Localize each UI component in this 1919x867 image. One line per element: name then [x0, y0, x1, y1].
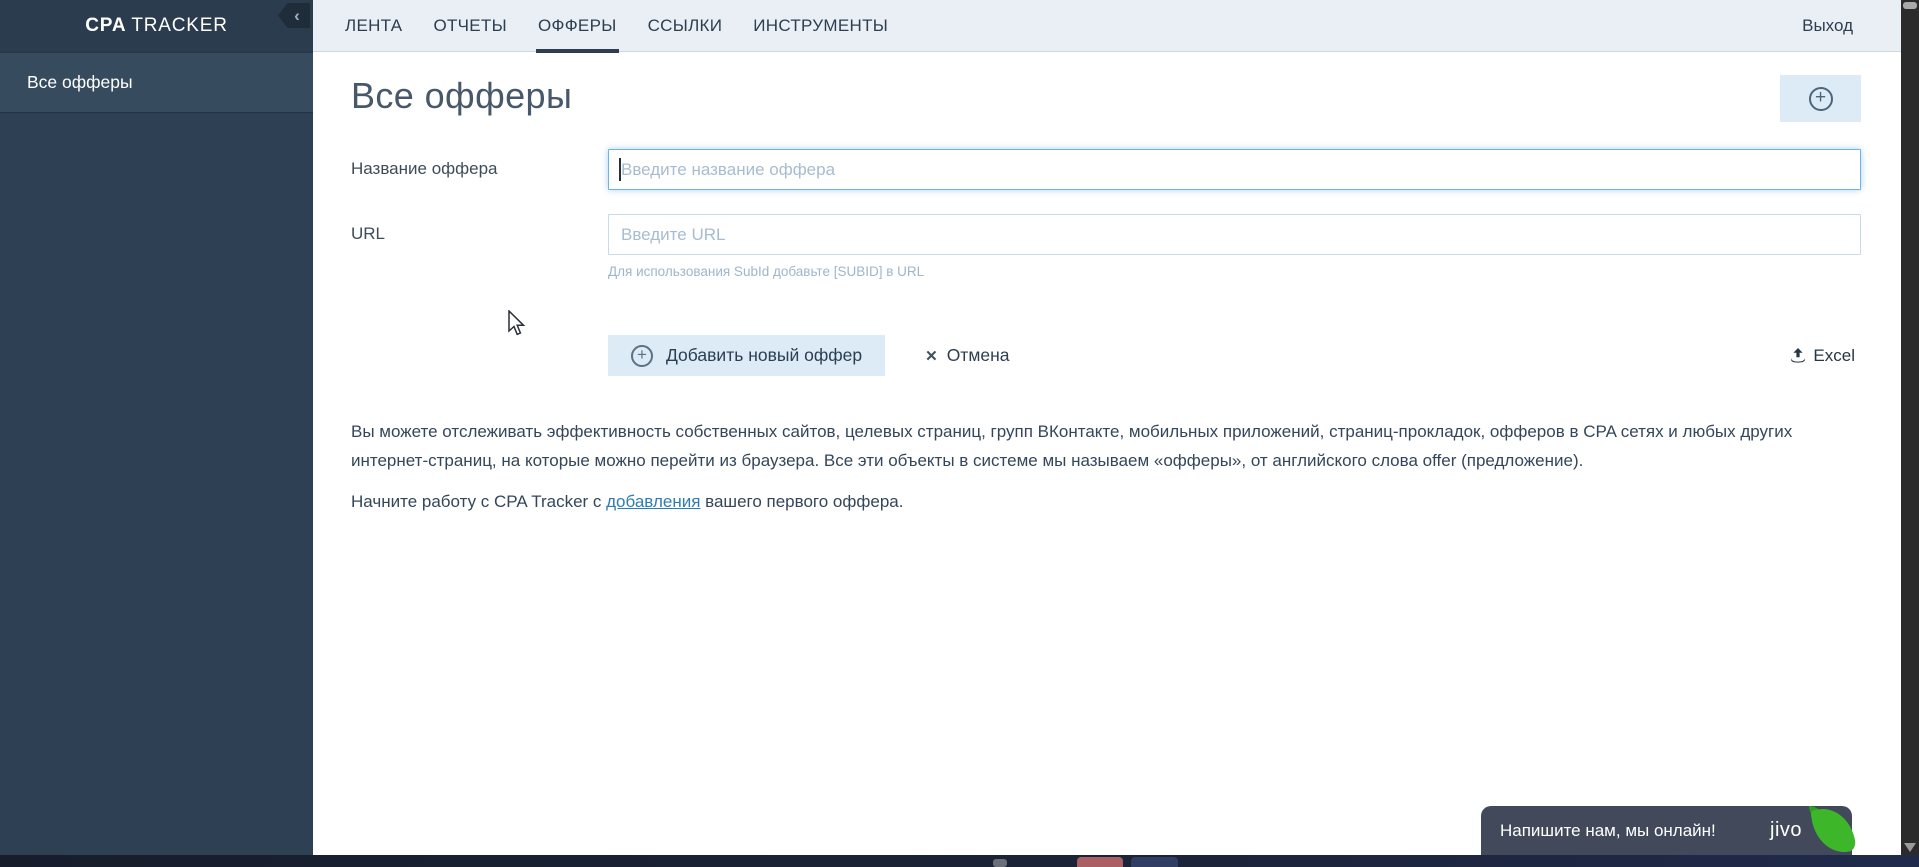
- app-logo-bold: CPA: [85, 15, 127, 36]
- excel-label: Excel: [1813, 345, 1855, 365]
- offer-url-label: URL: [351, 224, 386, 243]
- add-offer-link[interactable]: добавления: [606, 492, 700, 511]
- new-offer-form: Название оффера URL Для использования Su…: [351, 149, 1861, 376]
- app-logo[interactable]: CPA TRACKER: [85, 15, 228, 37]
- chat-message: Напишите нам, мы онлайн!: [1500, 820, 1716, 840]
- taskbar-icon: [993, 859, 1007, 867]
- offer-url-input-wrap: [608, 214, 1861, 255]
- jivo-logo: jivo: [1770, 819, 1803, 841]
- tab-instrumenty[interactable]: ИНСТРУМЕНТЫ: [753, 0, 888, 52]
- submit-offer-label: Добавить новый оффер: [666, 345, 863, 365]
- upload-icon: [1790, 347, 1806, 364]
- cancel-button[interactable]: ✕ Отмена: [919, 344, 1015, 367]
- app-logo-rest: TRACKER: [131, 15, 228, 36]
- nav-tabs: ЛЕНТА ОТЧЕТЫ ОФФЕРЫ ССЫЛКИ ИНСТРУМЕНТЫ: [345, 0, 919, 53]
- form-actions: + Добавить новый оффер ✕ Отмена Excel: [351, 335, 1861, 376]
- jivo-leaf-icon: [1810, 803, 1857, 858]
- main-content: Все офферы + Название оффера URL Для исп…: [313, 53, 1901, 855]
- submit-offer-button[interactable]: + Добавить новый оффер: [608, 335, 886, 376]
- intro-paragraph: Вы можете отслеживать эффективность собс…: [351, 422, 1793, 470]
- start-paragraph-suffix: вашего первого оффера.: [700, 492, 904, 512]
- sidebar: Все офферы: [0, 52, 313, 855]
- close-icon: ✕: [925, 347, 938, 365]
- scrollbar[interactable]: [1901, 0, 1919, 855]
- taskbar-strip: [0, 855, 1919, 867]
- start-paragraph: Начните работу с CPA Tracker с добавлени…: [351, 488, 1861, 517]
- top-navigation: ЛЕНТА ОТЧЕТЫ ОФФЕРЫ ССЫЛКИ ИНСТРУМЕНТЫ В…: [313, 0, 1901, 53]
- taskbar-icon: [1077, 857, 1123, 867]
- offer-url-input[interactable]: [608, 214, 1861, 255]
- logout-link[interactable]: Выход: [1802, 16, 1853, 36]
- add-offer-button[interactable]: +: [1780, 75, 1861, 122]
- chat-widget[interactable]: Напишите нам, мы онлайн! jivo: [1481, 803, 1857, 858]
- sidebar-item-all-offers[interactable]: Все офферы: [0, 52, 313, 113]
- offer-name-input-wrap: [608, 149, 1861, 190]
- taskbar-icon: [1131, 857, 1178, 867]
- offer-name-label: Название оффера: [351, 159, 498, 178]
- offer-name-input[interactable]: [608, 149, 1861, 190]
- plus-circle-icon: +: [631, 344, 653, 367]
- offer-url-row: URL: [351, 214, 1861, 255]
- text-caret: [619, 158, 621, 181]
- chevron-left-icon: ‹: [294, 6, 300, 25]
- sidebar-header: CPA TRACKER ‹: [0, 0, 313, 52]
- tab-offery[interactable]: ОФФЕРЫ: [535, 0, 619, 53]
- scrollbar-thumb[interactable]: [1903, 2, 1917, 9]
- tab-lenta[interactable]: ЛЕНТА: [345, 0, 402, 52]
- tab-otchety[interactable]: ОТЧЕТЫ: [433, 0, 507, 52]
- offer-name-row: Название оффера: [351, 149, 1861, 190]
- start-paragraph-prefix: Начните работу с CPA Tracker с: [351, 492, 607, 512]
- tab-ssylki[interactable]: ССЫЛКИ: [648, 0, 723, 52]
- excel-export-button[interactable]: Excel: [1784, 345, 1861, 367]
- sidebar-collapse-button[interactable]: ‹: [278, 3, 310, 28]
- plus-circle-icon: +: [1808, 86, 1833, 111]
- subid-hint: Для использования SubId добавьте [SUBID]…: [608, 264, 925, 279]
- page-header: Все офферы +: [351, 75, 1861, 122]
- scrollbar-down-arrow[interactable]: [1904, 843, 1916, 852]
- cancel-label: Отмена: [946, 345, 1010, 365]
- page-title: Все офферы: [351, 75, 573, 116]
